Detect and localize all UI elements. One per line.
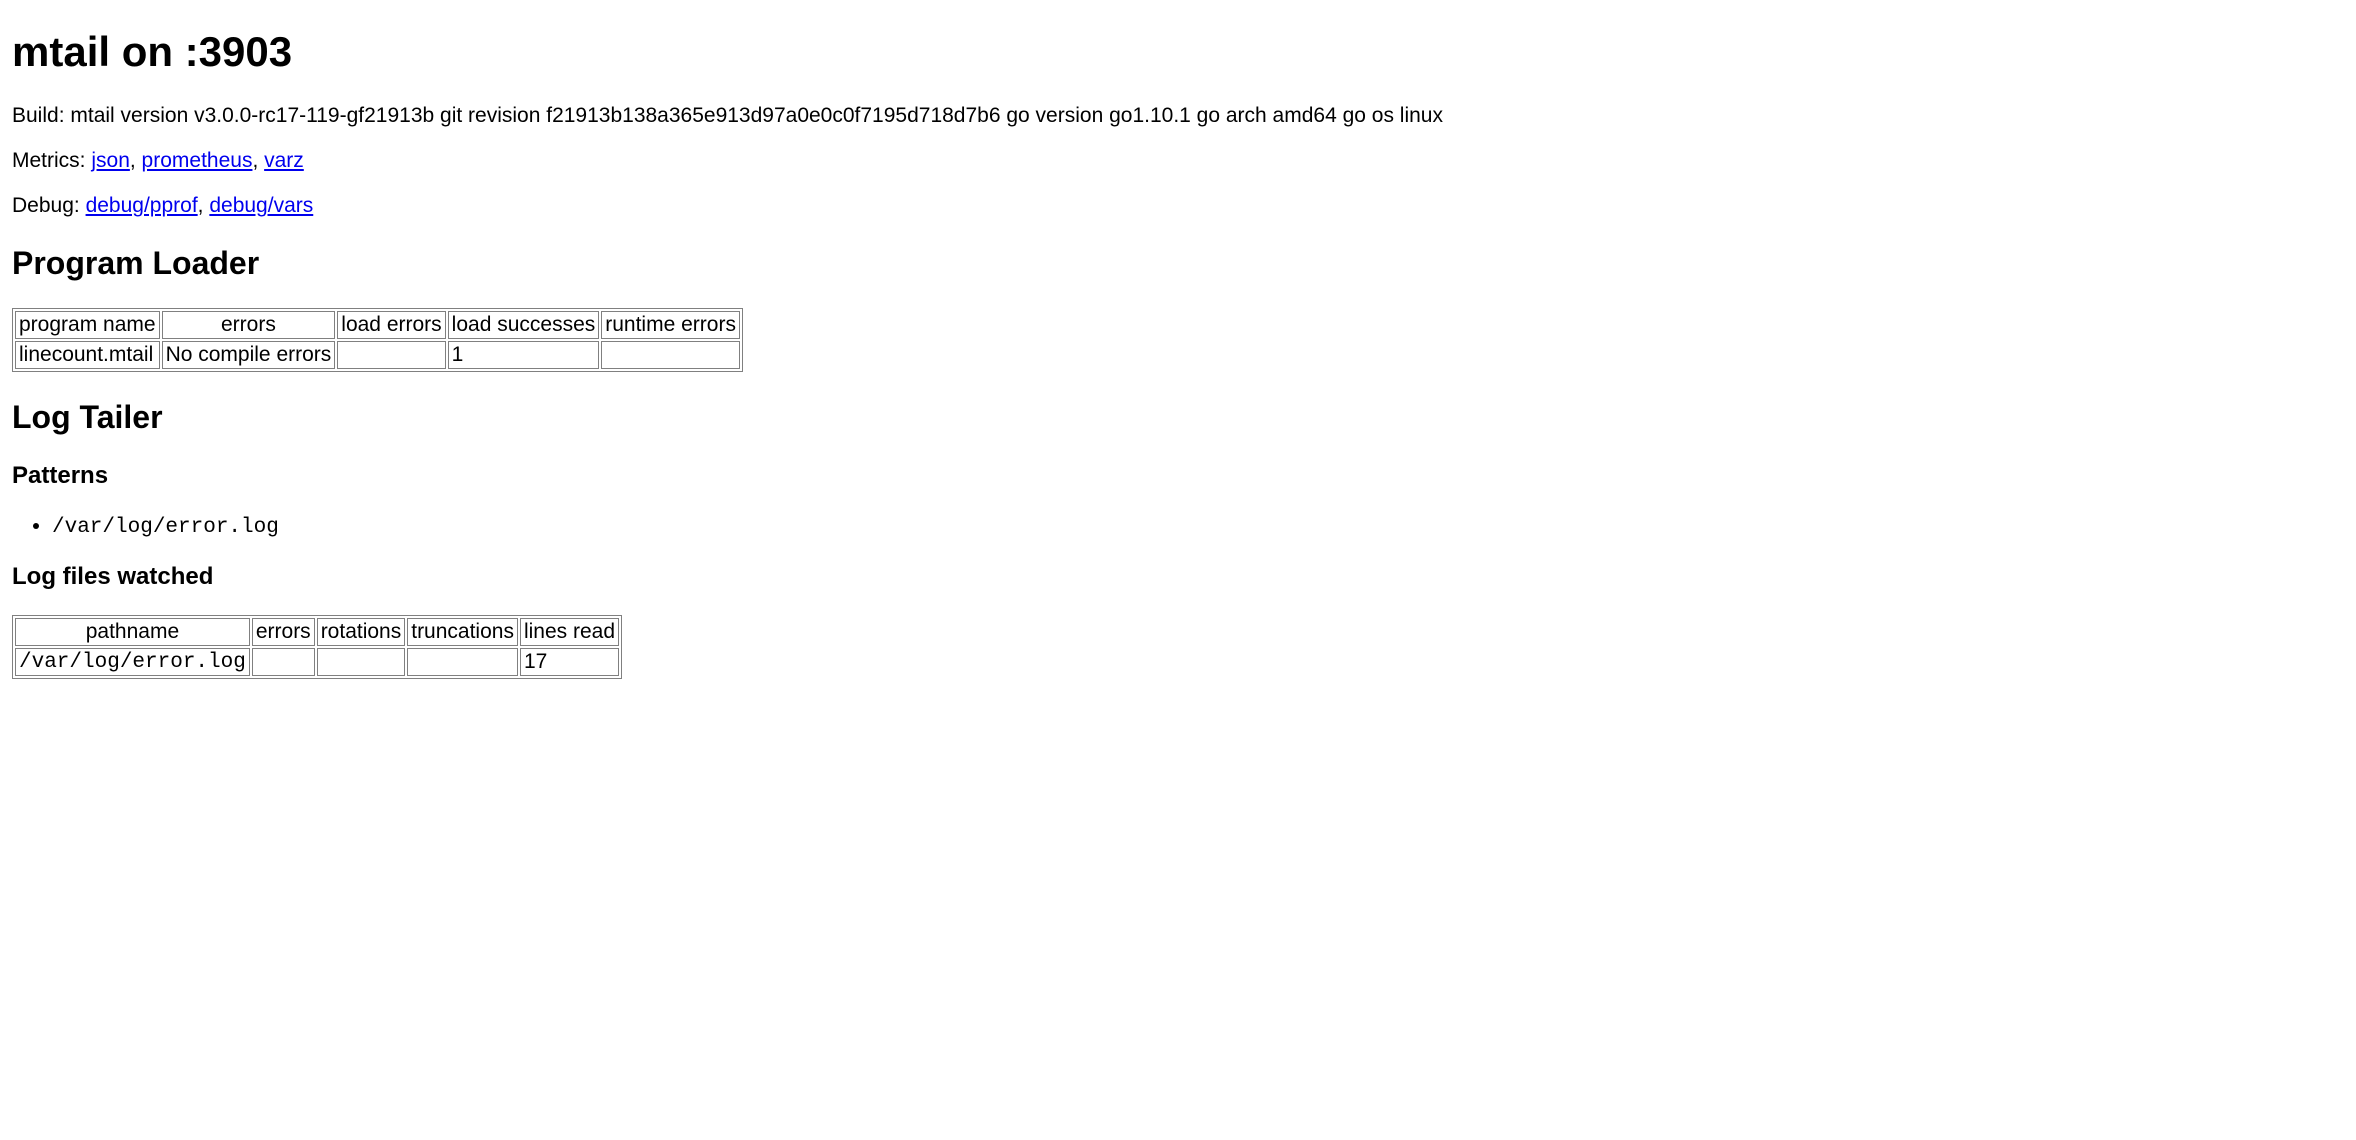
cell-load-errors [337, 341, 445, 369]
col-load-errors: load errors [337, 311, 445, 339]
debug-link-vars[interactable]: debug/vars [209, 194, 313, 217]
col-load-successes: load successes [448, 311, 600, 339]
cell-rotations [317, 648, 406, 676]
pattern-value: /var/log/error.log [52, 516, 279, 539]
col-runtime-errors: runtime errors [601, 311, 740, 339]
table-header-row: pathname errors rotations truncations li… [15, 618, 619, 646]
cell-errors [252, 648, 315, 676]
list-item: /var/log/error.log [52, 514, 2344, 539]
log-files-table: pathname errors rotations truncations li… [12, 615, 622, 679]
col-lines-read: lines read [520, 618, 619, 646]
debug-line: Debug: debug/pprof, debug/vars [12, 194, 2344, 218]
debug-label: Debug: [12, 194, 86, 217]
col-rotations: rotations [317, 618, 406, 646]
table-header-row: program name errors load errors load suc… [15, 311, 740, 339]
program-loader-heading: Program Loader [12, 245, 2344, 282]
cell-runtime-errors [601, 341, 740, 369]
col-errors: errors [162, 311, 336, 339]
table-row: linecount.mtail No compile errors 1 [15, 341, 740, 369]
metrics-label: Metrics: [12, 149, 91, 172]
debug-link-pprof[interactable]: debug/pprof [86, 194, 198, 217]
col-program-name: program name [15, 311, 160, 339]
separator: , [252, 149, 264, 172]
build-label: Build: [12, 104, 70, 127]
cell-truncations [407, 648, 518, 676]
metrics-link-prometheus[interactable]: prometheus [142, 149, 253, 172]
patterns-list: /var/log/error.log [12, 514, 2344, 539]
cell-pathname: /var/log/error.log [15, 648, 250, 676]
metrics-link-varz[interactable]: varz [264, 149, 304, 172]
cell-errors: No compile errors [162, 341, 336, 369]
metrics-link-json[interactable]: json [91, 149, 130, 172]
page-title: mtail on :3903 [12, 28, 2344, 76]
program-loader-table: program name errors load errors load suc… [12, 308, 743, 372]
col-errors: errors [252, 618, 315, 646]
separator: , [198, 194, 210, 217]
cell-load-successes: 1 [448, 341, 600, 369]
build-value: mtail version v3.0.0-rc17-119-gf21913b g… [70, 104, 1443, 127]
metrics-line: Metrics: json, prometheus, varz [12, 149, 2344, 173]
build-info: Build: mtail version v3.0.0-rc17-119-gf2… [12, 104, 2344, 128]
patterns-heading: Patterns [12, 462, 2344, 490]
cell-program-name: linecount.mtail [15, 341, 160, 369]
cell-lines-read: 17 [520, 648, 619, 676]
col-pathname: pathname [15, 618, 250, 646]
separator: , [130, 149, 142, 172]
col-truncations: truncations [407, 618, 518, 646]
log-tailer-heading: Log Tailer [12, 399, 2344, 436]
table-row: /var/log/error.log 17 [15, 648, 619, 676]
log-files-heading: Log files watched [12, 563, 2344, 591]
